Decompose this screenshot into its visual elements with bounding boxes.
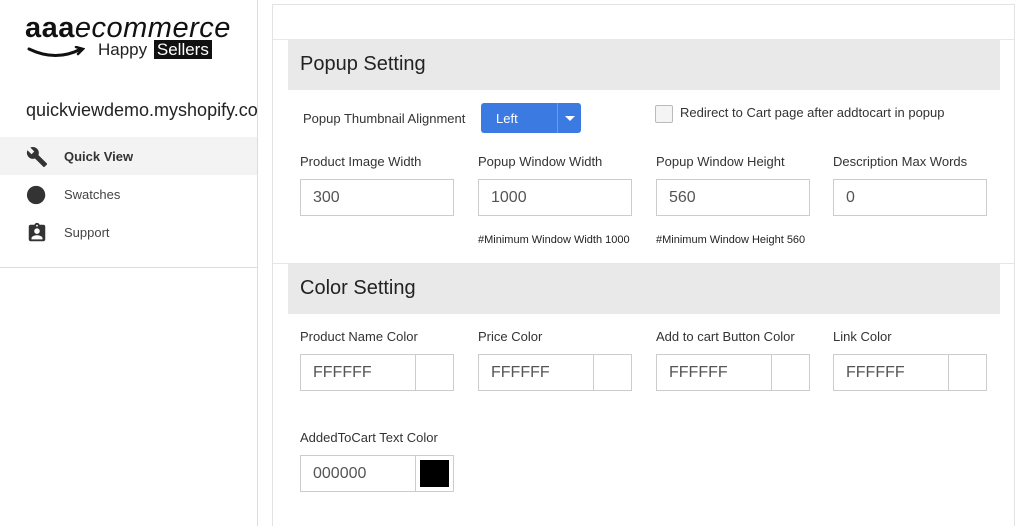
shop-domain: quickviewdemo.myshopify.com xyxy=(26,100,258,120)
section-title: Popup Setting xyxy=(300,53,426,75)
brand-bold: aaa xyxy=(25,12,75,44)
added-to-cart-text-color-input[interactable]: 000000 xyxy=(300,455,416,492)
section-title: Color Setting xyxy=(300,277,416,299)
product-image-width-label: Product Image Width xyxy=(300,154,422,169)
add-to-cart-button-color-label: Add to cart Button Color xyxy=(656,329,795,344)
color-setting-header: Color Setting xyxy=(288,264,1000,314)
redirect-to-cart-checkbox[interactable] xyxy=(655,105,673,123)
caret-down-icon xyxy=(564,115,575,121)
thumbnail-alignment-value[interactable]: Left xyxy=(481,103,557,133)
price-color-swatch[interactable] xyxy=(593,354,632,391)
product-image-width-input[interactable]: 300 xyxy=(300,179,454,216)
popup-window-width-hint: #Minimum Window Width 1000 xyxy=(478,234,630,246)
popup-window-height-input[interactable]: 560 xyxy=(656,179,810,216)
description-max-words-label: Description Max Words xyxy=(833,154,968,169)
sidebar-item-quick-view[interactable]: Quick View xyxy=(0,137,257,175)
product-name-color-swatch[interactable] xyxy=(415,354,454,391)
description-max-words-input[interactable]: 0 xyxy=(833,179,987,216)
popup-window-width-label: Popup Window Width xyxy=(478,154,603,169)
sidebar: aaaecommerce Happy Sellers quickviewdemo… xyxy=(0,0,258,526)
thumbnail-alignment-dropdown[interactable]: Left xyxy=(481,103,581,133)
price-color-label: Price Color xyxy=(478,329,543,344)
dropdown-toggle[interactable] xyxy=(557,103,581,133)
link-color-swatch[interactable] xyxy=(948,354,987,391)
added-to-cart-text-color-swatch[interactable] xyxy=(415,455,454,492)
sidebar-nav: Quick View Swatches Support xyxy=(0,137,257,268)
sidebar-item-label: Quick View xyxy=(64,148,134,164)
sidebar-item-support[interactable]: Support xyxy=(0,213,257,251)
tagline-text: Happy xyxy=(98,40,148,59)
popup-window-height-hint: #Minimum Window Height 560 xyxy=(656,234,806,246)
thumbnail-alignment-label: Popup Thumbnail Alignment xyxy=(303,111,466,126)
top-band xyxy=(273,5,1014,40)
sidebar-item-swatches[interactable]: Swatches xyxy=(0,175,257,213)
wrench-icon xyxy=(26,147,48,168)
added-to-cart-text-color-label: AddedToCart Text Color xyxy=(300,430,438,445)
app-window: aaaecommerce Happy Sellers quickviewdemo… xyxy=(0,0,1020,526)
tagline-highlight: Sellers xyxy=(153,40,212,59)
redirect-to-cart-label: Redirect to Cart page after addtocart in… xyxy=(680,105,945,120)
add-to-cart-button-color-swatch[interactable] xyxy=(771,354,810,391)
sidebar-item-label: Support xyxy=(64,224,110,240)
contact-badge-icon xyxy=(28,222,46,242)
link-color-input[interactable]: FFFFFF xyxy=(833,354,949,391)
link-color-label: Link Color xyxy=(833,329,892,344)
product-name-color-label: Product Name Color xyxy=(300,329,418,344)
popup-window-height-label: Popup Window Height xyxy=(656,154,785,169)
sidebar-item-label: Swatches xyxy=(64,186,121,202)
popup-window-width-input[interactable]: 1000 xyxy=(478,179,632,216)
popup-setting-header: Popup Setting xyxy=(288,40,1000,90)
circle-icon xyxy=(26,185,46,205)
smile-arrow-icon xyxy=(27,46,85,57)
add-to-cart-button-color-input[interactable]: FFFFFF xyxy=(656,354,772,391)
brand-logo[interactable]: aaaecommerce Happy Sellers xyxy=(24,12,254,64)
settings-panel: Popup Setting Popup Thumbnail Alignment … xyxy=(272,4,1015,526)
product-name-color-input[interactable]: FFFFFF xyxy=(300,354,416,391)
price-color-input[interactable]: FFFFFF xyxy=(478,354,594,391)
